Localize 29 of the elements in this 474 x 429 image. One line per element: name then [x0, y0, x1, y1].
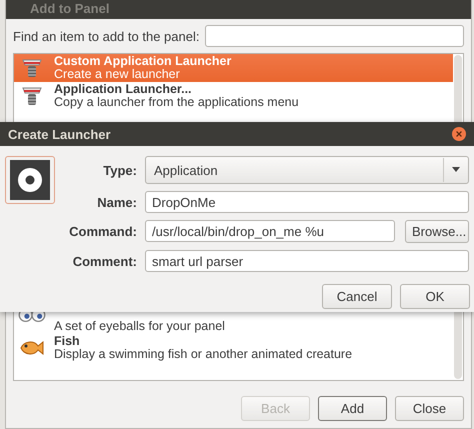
item-name: Fish — [54, 335, 81, 348]
list-item[interactable]: Fish Display a swimming fish or another animated creature — [14, 334, 453, 362]
field-label: Comment: — [72, 254, 137, 268]
browse-button[interactable]: Browse... — [405, 220, 469, 243]
item-description: Create a new launcher — [54, 68, 181, 81]
search-field[interactable] — [205, 25, 464, 47]
type-dropdown[interactable]: Application — [145, 156, 469, 184]
field-label: Name: — [96, 194, 137, 210]
dialog-button[interactable]: Cancel — [322, 284, 392, 309]
window-title: Add to Panel — [29, 0, 110, 16]
item-description: A set of eyeballs for your panel — [54, 320, 225, 333]
item-name: Custom Application Launcher — [54, 55, 232, 68]
item-description: Copy a launcher from the applications menu — [54, 96, 299, 109]
item-name: Application Launcher... — [54, 83, 193, 96]
comment-field[interactable]: smart url parser — [145, 250, 469, 272]
item-description: Display a swimming fish or another animated creature — [54, 348, 352, 361]
window-title: Create Launcher — [8, 126, 111, 142]
dialog-button[interactable]: Add — [318, 396, 387, 421]
field-label: Command: — [68, 224, 137, 239]
name-field[interactable]: DropOnMe — [145, 191, 469, 213]
dialog-button[interactable]: Close — [395, 396, 464, 421]
close-icon[interactable] — [452, 127, 466, 141]
dialog-button[interactable]: OK — [400, 284, 470, 309]
list-item[interactable]: Application Launcher... Copy a launcher from the applications menu — [14, 82, 453, 110]
dropdown-arrow-icon — [452, 167, 460, 173]
search-label: Find an item to add to the panel: — [13, 28, 200, 44]
command-field[interactable]: /usr/local/bin/drop_on_me %u — [145, 220, 395, 242]
field-label: Type: — [102, 162, 137, 178]
launcher-icon-button[interactable] — [5, 156, 55, 204]
